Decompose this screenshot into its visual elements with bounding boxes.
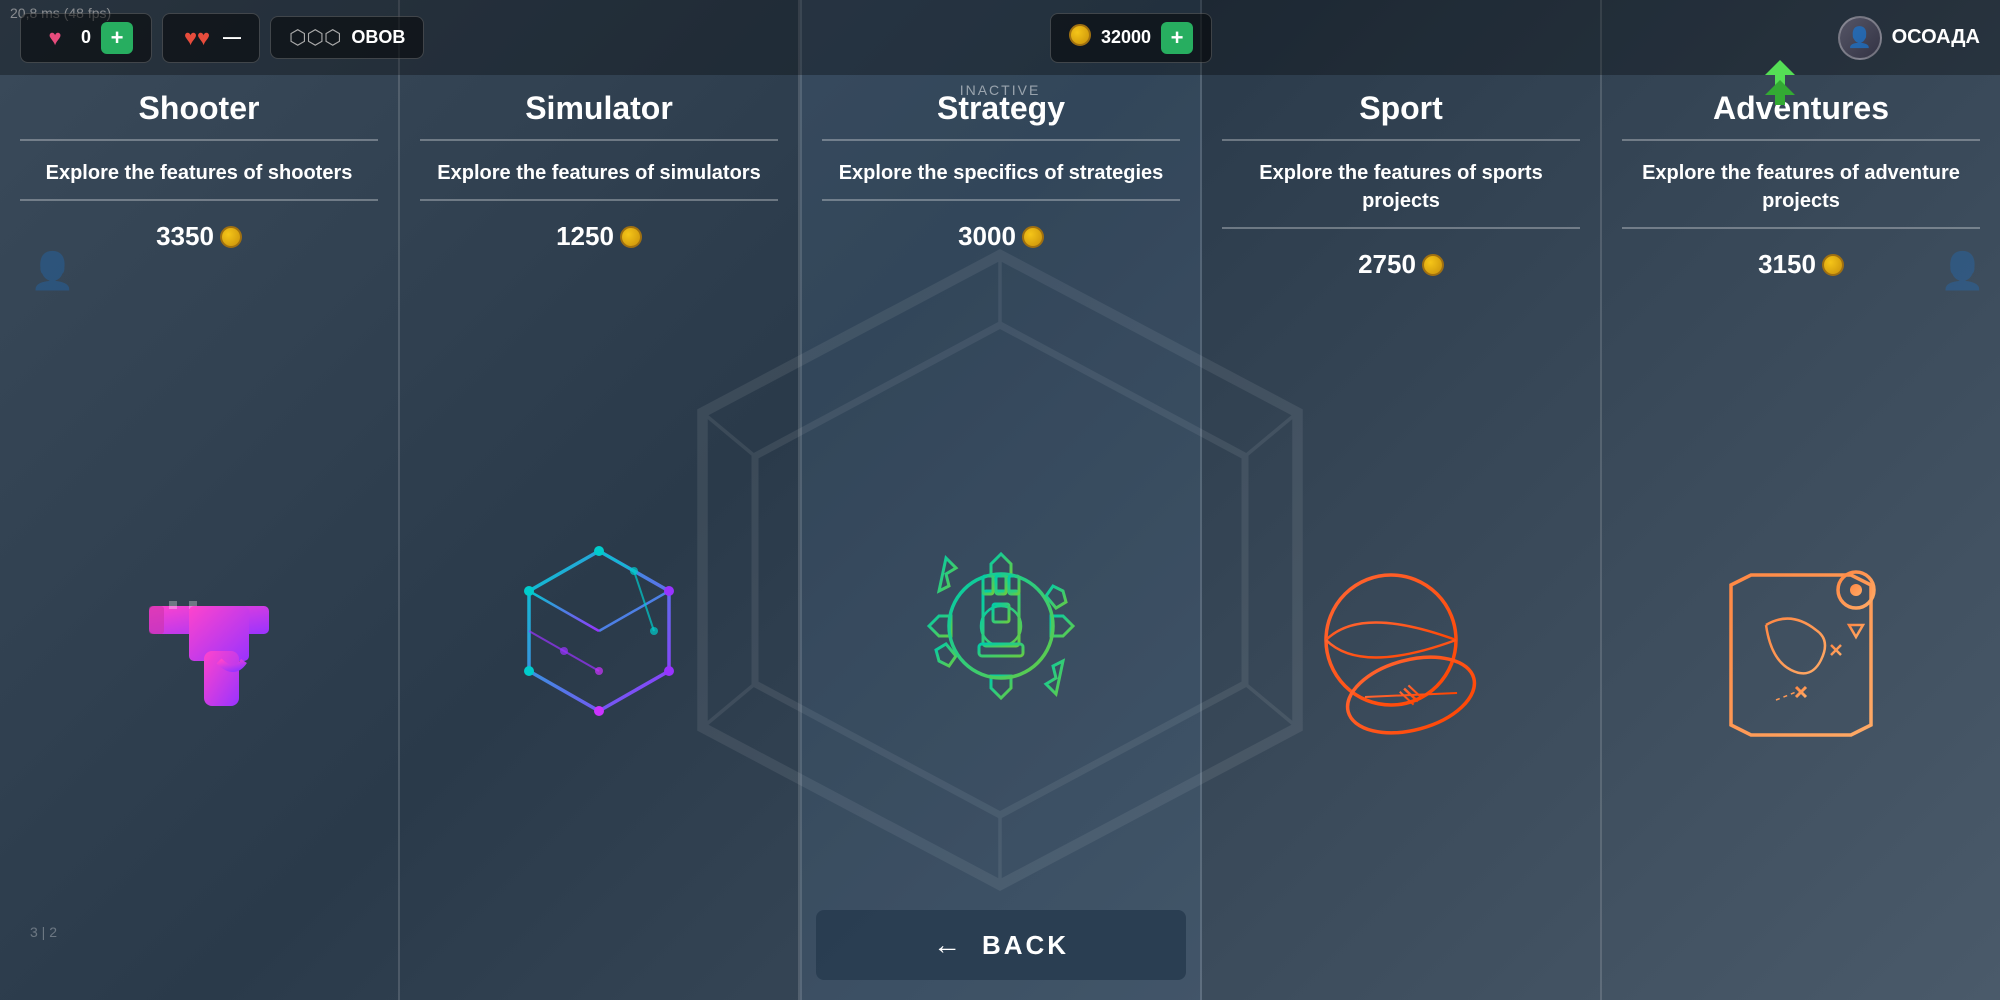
heart-icon: ♥ [39, 22, 71, 54]
columns-wrapper: Shooter Explore the features of shooters… [0, 0, 2000, 1000]
strategy-icon-area [901, 282, 1101, 1000]
orbs-pill: ⬡⬡⬡ OBOB [270, 16, 424, 59]
orbs-icon: ⬡⬡⬡ [289, 25, 341, 50]
hud-right: 👤 ОСОАДА [1838, 16, 1980, 60]
orbs-value: OBOB [351, 27, 405, 48]
col-strategy[interactable]: Strategy Explore the specifics of strate… [800, 0, 1202, 1000]
hud-left: ♥ 0 + ♥♥ — ⬡⬡⬡ OBOB [20, 13, 424, 63]
map-icon [1701, 545, 1901, 765]
shooter-price: 3350 [156, 221, 242, 252]
col-adventures[interactable]: Adventures Explore the features of adven… [1602, 0, 2000, 1000]
col-sport[interactable]: Sport Explore the features of sports pro… [1202, 0, 1602, 1000]
shooter-coin-icon [220, 226, 242, 248]
strategy-price-value: 3000 [958, 221, 1016, 252]
simulator-price: 1250 [556, 221, 642, 252]
cube-circuit-icon [499, 531, 699, 751]
shooter-divider [20, 139, 378, 141]
coins-pill: 32000 + [1050, 13, 1212, 63]
health-value-2: — [223, 27, 241, 48]
col-simulator[interactable]: Simulator Explore the features of simula… [400, 0, 800, 1000]
health-add-button[interactable]: + [101, 22, 133, 54]
strategy-divider [822, 139, 1180, 141]
health-value: 0 [81, 27, 91, 48]
hearts-icon: ♥♥ [181, 22, 213, 54]
sport-price-value: 2750 [1358, 249, 1416, 280]
adventures-desc: Explore the features of adventure projec… [1602, 159, 2000, 215]
strategy-coin-icon [1022, 226, 1044, 248]
simulator-icon-area [499, 282, 699, 1000]
avatar: 👤 [1838, 16, 1882, 60]
simulator-desc: Explore the features of simulators [417, 159, 780, 187]
coin-icon [1069, 24, 1091, 51]
shooter-price-value: 3350 [156, 221, 214, 252]
sport-divider [1222, 139, 1580, 141]
adventures-divider2 [1622, 227, 1980, 229]
adventures-price-value: 3150 [1758, 249, 1816, 280]
strategy-price: 3000 [958, 221, 1044, 252]
sport-price: 2750 [1358, 249, 1444, 280]
simulator-coin-icon [620, 226, 642, 248]
simulator-title: Simulator [515, 90, 683, 127]
adventures-price: 3150 [1758, 249, 1844, 280]
simulator-divider [420, 139, 778, 141]
back-label: BACK [982, 930, 1069, 961]
simulator-divider2 [420, 199, 778, 201]
chess-gear-icon [901, 531, 1101, 751]
strategy-desc: Explore the specifics of strategies [819, 159, 1184, 187]
bottom-nums: 3 | 2 [30, 924, 57, 940]
sport-coin-icon [1422, 254, 1444, 276]
coins-value: 32000 [1101, 27, 1151, 48]
sport-divider2 [1222, 227, 1580, 229]
hud-bar: ♥ 0 + ♥♥ — ⬡⬡⬡ OBOB 32000 + 👤 ОСОАДА [0, 0, 2000, 75]
coins-add-button[interactable]: + [1161, 22, 1193, 54]
adventures-divider [1622, 139, 1980, 141]
shooter-title: Shooter [129, 90, 270, 127]
adventures-icon-area [1701, 310, 1901, 1000]
adventures-title: Adventures [1703, 90, 1899, 127]
back-button[interactable]: ← BACK [816, 910, 1186, 980]
rank-arrows [1760, 55, 1800, 110]
person-icon: 👤 [30, 250, 75, 292]
user-area: 👤 ОСОАДА [1838, 16, 1980, 60]
shooter-divider2 [20, 199, 378, 201]
health-pill-2: ♥♥ — [162, 13, 260, 63]
username-label: ОСОАДА [1892, 26, 1980, 49]
inactive-label: INACTIVE [960, 82, 1041, 98]
sport-desc: Explore the features of sports projects [1202, 159, 1600, 215]
col-shooter[interactable]: Shooter Explore the features of shooters… [0, 0, 400, 1000]
shooter-icon-area [89, 282, 309, 1000]
sport-title: Sport [1349, 90, 1453, 127]
sport-balls-icon [1291, 545, 1511, 765]
gun-icon [89, 551, 309, 731]
sport-icon-area [1291, 310, 1511, 1000]
shooter-desc: Explore the features of shooters [26, 159, 373, 187]
simulator-price-value: 1250 [556, 221, 614, 252]
back-arrow-icon: ← [933, 929, 964, 961]
person-icon-right: 👤 [1940, 250, 1985, 292]
hud-center: 32000 + [1050, 13, 1212, 63]
adventures-coin-icon [1822, 254, 1844, 276]
strategy-divider2 [822, 199, 1180, 201]
health-pill: ♥ 0 + [20, 13, 152, 63]
